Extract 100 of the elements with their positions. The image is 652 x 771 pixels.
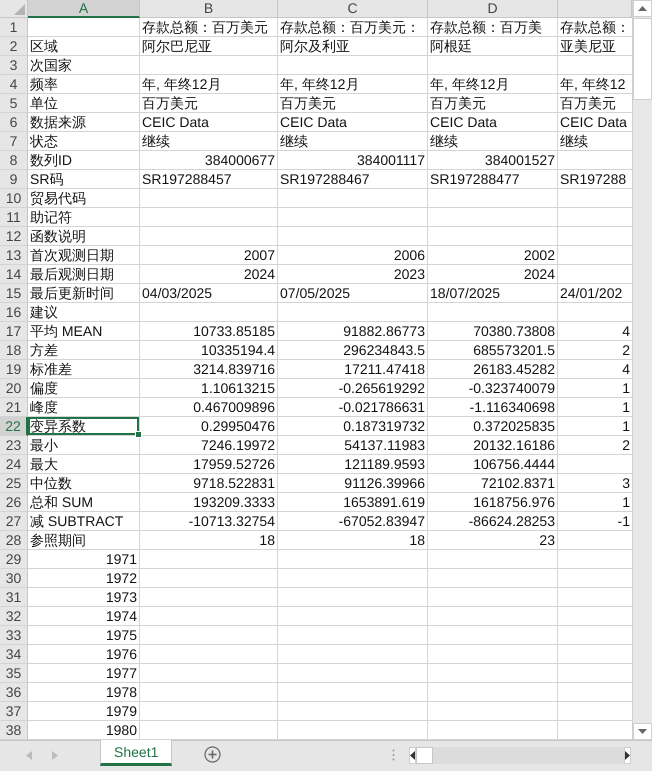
table-cell[interactable]: SR197288457 [140,170,278,189]
row-header[interactable]: 19 [0,360,28,379]
empty-cell[interactable] [278,303,428,322]
empty-cell[interactable] [428,626,558,645]
empty-cell[interactable] [278,569,428,588]
table-cell[interactable]: 标准差 [28,360,140,379]
table-cell[interactable]: 106756.4444 [428,455,558,474]
table-cell[interactable]: 建议 [28,303,140,322]
empty-cell[interactable] [278,645,428,664]
table-cell[interactable]: SR197288477 [428,170,558,189]
table-cell[interactable]: CEIC Data [428,113,558,132]
table-cell[interactable]: 1972 [28,569,140,588]
row-header[interactable]: 1 [0,18,28,37]
empty-cell[interactable] [140,607,278,626]
empty-cell[interactable] [278,626,428,645]
table-cell[interactable]: 2024 [428,265,558,284]
table-cell[interactable]: 384001117 [278,151,428,170]
table-cell[interactable]: 91882.86773 [278,322,428,341]
table-cell[interactable]: 1977 [28,664,140,683]
table-cell[interactable]: 1973 [28,588,140,607]
table-cell[interactable]: 685573201.5 [428,341,558,360]
table-cell[interactable]: 384000677 [140,151,278,170]
row-header[interactable]: 22 [0,417,28,436]
table-cell[interactable]: 区域 [28,37,140,56]
empty-cell[interactable] [140,664,278,683]
table-cell[interactable]: 1976 [28,645,140,664]
row-header[interactable]: 4 [0,75,28,94]
table-cell[interactable]: 阿尔及利亚 [278,37,428,56]
table-cell[interactable]: 0.372025835 [428,417,558,436]
table-cell[interactable]: 方差 [28,341,140,360]
row-header[interactable]: 23 [0,436,28,455]
row-header[interactable]: 7 [0,132,28,151]
table-cell[interactable]: 存款总额：百万美 [428,18,558,37]
table-cell[interactable]: 17211.47418 [278,360,428,379]
empty-cell[interactable] [278,683,428,702]
table-cell[interactable]: 减 SUBTRACT [28,512,140,531]
vertical-scrollbar[interactable] [632,0,652,740]
empty-cell[interactable] [140,227,278,246]
empty-cell[interactable] [140,626,278,645]
table-cell[interactable]: 54137.11983 [278,436,428,455]
table-cell[interactable]: 1618756.976 [428,493,558,512]
table-cell[interactable]: 继续 [140,132,278,151]
table-cell[interactable]: 193209.3333 [140,493,278,512]
table-cell[interactable]: 17959.52726 [140,455,278,474]
column-header[interactable]: A [28,0,140,18]
empty-cell[interactable] [428,607,558,626]
empty-cell[interactable] [428,645,558,664]
empty-cell[interactable] [428,550,558,569]
table-cell[interactable]: 1974 [28,607,140,626]
empty-cell[interactable] [428,189,558,208]
table-cell[interactable]: 函数说明 [28,227,140,246]
empty-cell[interactable] [428,56,558,75]
row-header[interactable]: 26 [0,493,28,512]
table-cell[interactable]: -0.265619292 [278,379,428,398]
select-all-button[interactable] [0,0,28,18]
row-header[interactable]: 30 [0,569,28,588]
table-cell[interactable]: 平均 MEAN [28,322,140,341]
table-cell[interactable]: 年, 年终12月 [428,75,558,94]
row-header[interactable]: 11 [0,208,28,227]
row-header[interactable]: 21 [0,398,28,417]
scroll-thumb[interactable] [633,18,652,100]
fill-handle[interactable] [135,431,142,438]
row-header[interactable]: 6 [0,113,28,132]
row-header[interactable]: 38 [0,721,28,740]
table-cell[interactable]: 296234843.5 [278,341,428,360]
table-cell[interactable]: 单位 [28,94,140,113]
table-cell[interactable]: 阿尔巴尼亚 [140,37,278,56]
table-cell[interactable]: 继续 [428,132,558,151]
table-cell[interactable]: 状态 [28,132,140,151]
table-cell[interactable]: 总和 SUM [28,493,140,512]
table-cell[interactable]: 参照期间 [28,531,140,550]
table-cell[interactable]: 18 [140,531,278,550]
empty-cell[interactable] [428,664,558,683]
row-header[interactable]: 35 [0,664,28,683]
table-cell[interactable]: 2002 [428,246,558,265]
row-header[interactable]: 34 [0,645,28,664]
row-header[interactable]: 27 [0,512,28,531]
table-cell[interactable]: 首次观测日期 [28,246,140,265]
empty-cell[interactable] [278,550,428,569]
table-cell[interactable]: 10335194.4 [140,341,278,360]
table-cell[interactable]: 18 [278,531,428,550]
table-cell[interactable]: 峰度 [28,398,140,417]
empty-cell[interactable] [278,208,428,227]
column-header[interactable]: B [140,0,278,18]
table-cell[interactable]: 23 [428,531,558,550]
table-cell[interactable]: 阿根廷 [428,37,558,56]
table-cell[interactable]: 91126.39966 [278,474,428,493]
table-cell[interactable]: 2023 [278,265,428,284]
empty-cell[interactable] [140,569,278,588]
table-cell[interactable]: 最小 [28,436,140,455]
row-header[interactable]: 5 [0,94,28,113]
scroll-right-button[interactable] [624,747,631,764]
row-header[interactable]: 20 [0,379,28,398]
empty-cell[interactable] [428,588,558,607]
empty-cell[interactable] [140,303,278,322]
table-cell[interactable]: 1.10613215 [140,379,278,398]
table-cell[interactable]: 最后更新时间 [28,284,140,303]
row-header[interactable]: 25 [0,474,28,493]
table-cell[interactable]: 年, 年终12月 [140,75,278,94]
table-cell[interactable]: 最大 [28,455,140,474]
